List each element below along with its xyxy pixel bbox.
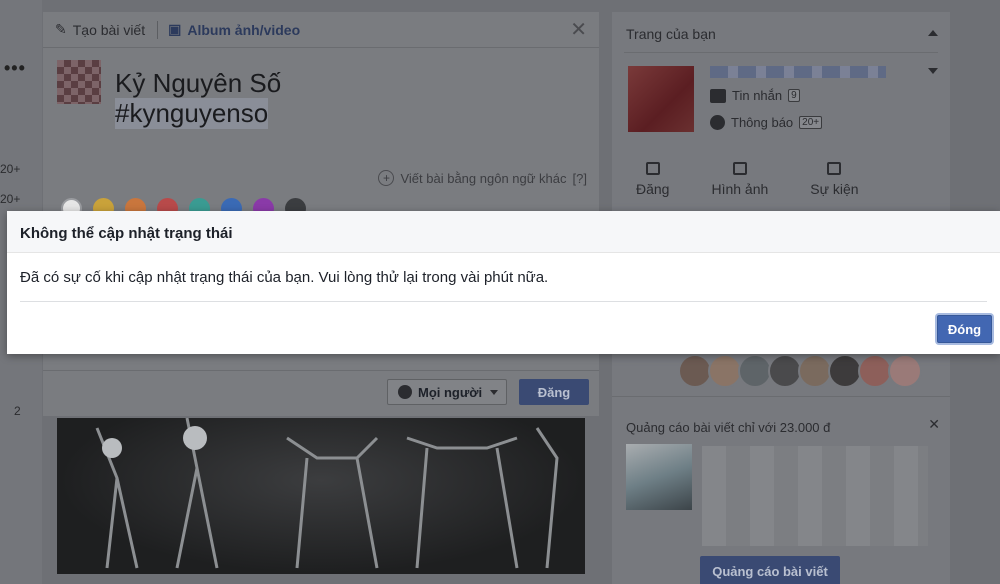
post-text-hashtag[interactable]: #kynguyenso [115,98,269,129]
avatar[interactable] [738,354,772,388]
boost-post-button[interactable]: Quảng cáo bài viết [700,556,840,584]
dialog-message: Đã có sự cố khi cập nhật trạng thái của … [20,269,549,286]
more-options-icon[interactable]: ••• [4,58,26,79]
page-avatar[interactable] [628,66,694,132]
camera-icon [732,162,747,175]
page-menu-caret-icon[interactable] [928,68,938,74]
dialog-footer: Đóng [7,302,1000,354]
avatar[interactable] [768,354,802,388]
avatar[interactable] [708,354,742,388]
left-count-3: 2 [14,404,21,418]
tab-create-post-label: Tạo bài viết [72,21,146,38]
notifications-label: Thông báo [731,115,794,130]
messages-label: Tin nhắn [732,88,783,103]
tab-divider [157,20,159,39]
messages-icon [710,88,726,103]
edit-icon [645,162,660,175]
avatar[interactable] [858,354,892,388]
ad-text-blurred [702,446,928,546]
composer-footer: Mọi người Đăng [43,370,599,416]
action-photo[interactable]: Hình ảnh [711,162,768,197]
plus-icon: + [378,170,395,186]
tab-photo-album-label: Album ảnh/video [187,21,301,38]
photo-album-icon: ▣ [168,21,182,37]
globe-icon [710,115,725,130]
dialog-body: Đã có sự cố khi cập nhật trạng thái của … [7,253,1000,301]
follower-avatars [678,354,922,388]
audience-selector[interactable]: Mọi người [387,379,507,405]
calendar-icon [827,162,842,175]
tab-photo-album[interactable]: ▣ Album ảnh/video [168,21,300,38]
close-icon[interactable]: ✕ [570,20,587,40]
write-in-another-language-label: Viết bài bằng ngôn ngữ khác [400,170,567,186]
avatar[interactable] [888,354,922,388]
tab-create-post[interactable]: ✎ Tạo bài viết [43,21,145,38]
divider [612,396,950,397]
dialog-title: Không thể cập nhật trạng thái [20,225,233,242]
feed-post-image [57,418,585,574]
your-pages-title: Trang của bạn [626,26,716,42]
ad-promo-title: Quảng cáo bài viết chỉ với 23.000 đ [626,420,831,435]
avatar[interactable] [828,354,862,388]
avatar[interactable] [678,354,712,388]
close-icon[interactable]: ✕ [928,416,940,433]
composer-tabs: ✎ Tạo bài viết ▣ Album ảnh/video [43,12,599,48]
notifications-count-badge: 20+ [799,116,823,129]
help-link[interactable]: [?] [573,171,587,186]
globe-icon [398,385,412,399]
divider [624,52,938,53]
post-button[interactable]: Đăng [519,379,589,405]
messages-row[interactable]: Tin nhắn 9 [710,88,800,103]
chevron-down-icon [490,389,499,395]
page-actions: Đăng Hình ảnh Sự kiện [636,162,859,197]
close-button[interactable]: Đóng [937,315,992,343]
left-badge-2: 20+ [0,192,21,206]
post-text-line-1[interactable]: Kỷ Nguyên Số [115,68,281,99]
messages-count-badge: 9 [788,89,800,102]
error-dialog: Không thể cập nhật trạng thái Đã có sự c… [7,211,1000,354]
dialog-header: Không thể cập nhật trạng thái [7,211,1000,253]
write-in-another-language[interactable]: + Viết bài bằng ngôn ngữ khác [?] [378,170,587,186]
page-name-blurred[interactable] [710,66,886,78]
left-badge-1: 20+ [0,162,21,176]
pencil-icon: ✎ [55,21,67,37]
ad-thumbnail [626,444,692,510]
audience-label: Mọi người [418,384,483,400]
collapse-caret-icon[interactable] [928,30,938,36]
action-post[interactable]: Đăng [636,162,669,197]
avatar[interactable] [798,354,832,388]
notifications-row[interactable]: Thông báo 20+ [710,115,823,130]
avatar [57,60,101,104]
action-event[interactable]: Sự kiện [810,162,859,197]
robots-image [95,418,559,569]
